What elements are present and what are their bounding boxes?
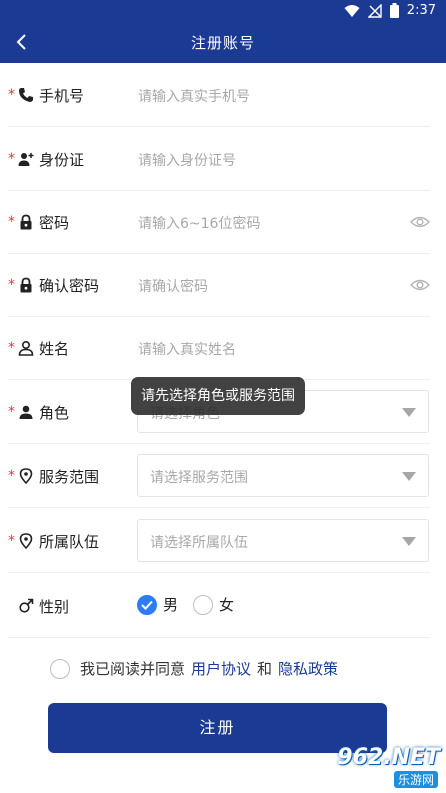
id-card-input[interactable]: 请输入身份证号 (138, 150, 236, 170)
password-row: * 密码 请输入6~16位密码 (8, 190, 430, 254)
eye-icon[interactable] (410, 275, 430, 295)
status-time: 2:37 (406, 3, 436, 18)
lock-icon (20, 277, 32, 293)
team-row: * 所属队伍 请选择所属队伍 (8, 509, 430, 573)
required-mark: * (8, 87, 15, 103)
location-pin-icon (19, 533, 33, 549)
person-outline-icon (18, 340, 34, 356)
phone-label: 手机号 (39, 87, 85, 105)
app-bar: 注册账号 (0, 22, 446, 63)
page-title: 注册账号 (190, 34, 255, 52)
required-mark: * (8, 404, 15, 420)
watermark-brand: 962.NET (337, 745, 440, 770)
agreement-and: 和 (257, 660, 273, 678)
toast-message: 请先选择角色或服务范围 (131, 377, 305, 415)
required-mark: * (8, 277, 15, 293)
name-row: * 姓名 请输入真实姓名 (8, 316, 430, 380)
dropdown-arrow-icon (402, 408, 416, 417)
user-agreement-link[interactable]: 用户协议 (191, 658, 251, 679)
service-area-select-placeholder: 请选择服务范围 (150, 470, 248, 486)
person-icon (19, 405, 33, 419)
radio-checked-icon (137, 594, 157, 615)
gender-option-female[interactable]: 女 (193, 594, 234, 615)
battery-icon (389, 3, 399, 18)
status-bar: 2:37 (0, 0, 446, 22)
male-symbol-icon (19, 598, 34, 613)
id-card-label: 身份证 (39, 151, 85, 169)
gender-label: 性别 (39, 598, 70, 616)
confirm-password-row: * 确认密码 请确认密码 (8, 253, 430, 317)
required-mark: * (8, 214, 15, 230)
gender-row: 性别 男 女 (8, 574, 430, 638)
phone-icon (19, 88, 33, 102)
required-mark: * (8, 533, 15, 549)
signal-icon (367, 3, 382, 18)
id-card-row: * 身份证 请输入身份证号 (8, 127, 430, 191)
confirm-password-input[interactable]: 请确认密码 (138, 276, 208, 296)
phone-row: * 手机号 请输入真实手机号 (8, 63, 430, 127)
required-mark: * (8, 468, 15, 484)
gender-male-label: 男 (163, 596, 179, 614)
agreement-checkbox[interactable] (50, 658, 70, 679)
service-area-select[interactable]: 请选择服务范围 (137, 454, 429, 497)
location-pin-icon (19, 468, 33, 484)
dropdown-arrow-icon (402, 472, 416, 481)
status-icons: 2:37 (344, 3, 436, 18)
person-add-icon (18, 153, 34, 166)
privacy-policy-link[interactable]: 隐私政策 (278, 658, 338, 679)
team-label: 所属队伍 (39, 533, 100, 551)
required-mark: * (8, 151, 15, 167)
agreement-row: 我已阅读并同意 用户协议 和 隐私政策 (50, 658, 338, 679)
required-mark: * (8, 340, 15, 356)
password-input[interactable]: 请输入6~16位密码 (138, 213, 260, 233)
name-label: 姓名 (39, 340, 70, 358)
name-input[interactable]: 请输入真实姓名 (138, 339, 236, 359)
radio-unchecked-icon (193, 594, 213, 615)
service-area-label: 服务范围 (39, 468, 100, 486)
wifi-icon (344, 4, 360, 17)
gender-female-label: 女 (219, 596, 235, 614)
confirm-password-label: 确认密码 (39, 277, 100, 295)
watermark-logo: 962.NET 乐游网 (296, 741, 446, 793)
gender-option-male[interactable]: 男 (137, 594, 178, 615)
phone-input[interactable]: 请输入真实手机号 (138, 86, 250, 106)
dropdown-arrow-icon (402, 537, 416, 546)
watermark-sub: 乐游网 (393, 771, 438, 788)
team-select-placeholder: 请选择所属队伍 (150, 535, 248, 551)
team-select[interactable]: 请选择所属队伍 (137, 519, 429, 562)
eye-icon[interactable] (410, 212, 430, 232)
password-label: 密码 (39, 214, 70, 232)
role-label: 角色 (39, 404, 70, 422)
service-area-row: * 服务范围 请选择服务范围 (8, 444, 430, 508)
lock-icon (20, 214, 32, 230)
agreement-prefix: 我已阅读并同意 (80, 660, 186, 678)
